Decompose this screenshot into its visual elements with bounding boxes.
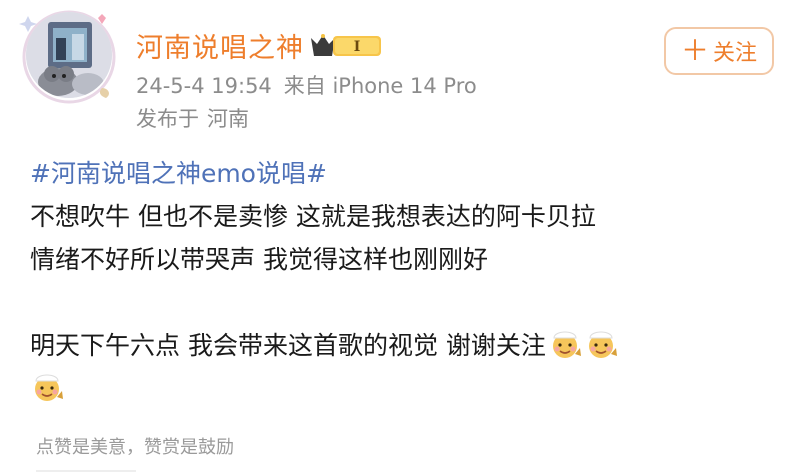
avatar[interactable] — [26, 12, 112, 98]
chef-baby-emoji-icon — [35, 374, 63, 401]
vip-level: I — [354, 39, 361, 55]
content-line-with-emoji: 明天下午六点 我会带来这首歌的视觉 谢谢关注 — [30, 324, 790, 367]
plus-icon: ＋ — [680, 34, 709, 67]
follow-button[interactable]: ＋ 关注 — [664, 27, 774, 75]
content-line: 情绪不好所以带哭声 我觉得这样也刚刚好 — [30, 245, 488, 274]
author-name[interactable]: 河南说唱之神 — [136, 26, 304, 65]
hashtag-link[interactable]: #河南说唱之神emo说唱# — [30, 152, 790, 195]
divider — [36, 470, 136, 472]
content-line: 不想吹牛 但也不是卖惨 这就是我想表达的阿卡贝拉 — [30, 202, 596, 231]
vip-badge-icon: I — [311, 34, 381, 56]
post-location: 发布于 河南 — [136, 103, 249, 133]
chef-baby-emoji-icon — [588, 331, 617, 358]
location-value: 河南 — [207, 107, 249, 131]
content-line: 明天下午六点 我会带来这首歌的视觉 谢谢关注 — [30, 331, 546, 360]
location-label: 发布于 — [136, 107, 199, 131]
post-meta: 24-5-4 19:54 来自 iPhone 14 Pro — [136, 70, 477, 100]
post-timestamp: 24-5-4 19:54 — [136, 74, 272, 98]
chef-baby-emoji-icon — [552, 331, 581, 358]
post-source: 来自 iPhone 14 Pro — [283, 74, 477, 98]
avatar-image — [26, 12, 112, 98]
post-content: #河南说唱之神emo说唱# 不想吹牛 但也不是卖惨 这就是我想表达的阿卡贝拉 情… — [30, 152, 790, 410]
content-emoji-line — [30, 367, 790, 410]
follow-label: 关注 — [713, 41, 758, 66]
reward-hint-text: 点赞是美意，赞赏是鼓励 — [36, 437, 234, 458]
